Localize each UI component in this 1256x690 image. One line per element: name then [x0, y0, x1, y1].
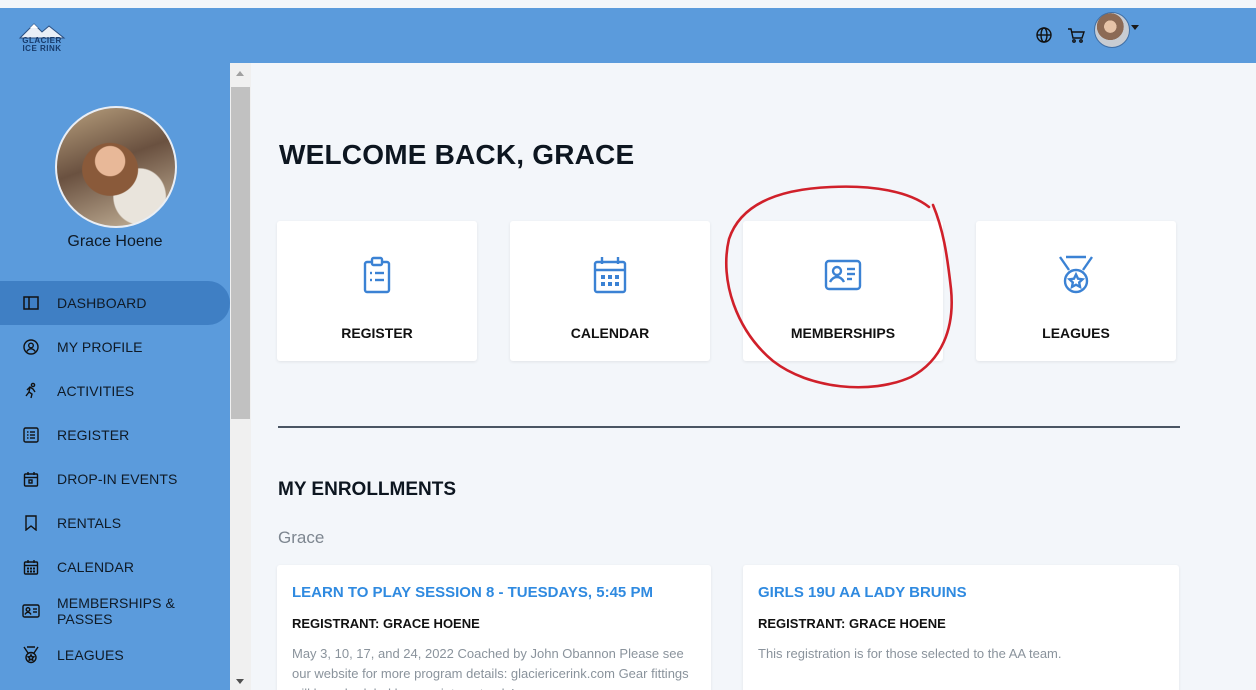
section-divider [278, 426, 1180, 428]
sidebar-item-leagues[interactable]: LEAGUES [0, 633, 230, 677]
medal-icon [22, 646, 40, 664]
sidebar-item-rentals[interactable]: RENTALS [0, 501, 230, 545]
sidebar-item-calendar[interactable]: CALENDAR [0, 545, 230, 589]
logo-text-bottom: ICE RINK [22, 44, 62, 53]
register-tile[interactable]: REGISTER [277, 221, 477, 361]
enrollment-registrant: REGISTRANT: GRACE HOENE [292, 616, 480, 631]
user-avatar-menu[interactable] [1094, 12, 1130, 48]
running-icon [22, 382, 40, 400]
enrollment-person-name: Grace [278, 528, 325, 547]
sidebar-item-drop-in-events[interactable]: DROP-IN EVENTS [0, 457, 230, 501]
sidebar-item-label: CALENDAR [57, 559, 135, 575]
tile-label: CALENDAR [570, 325, 650, 341]
sidebar-item-activities[interactable]: ACTIVITIES [0, 369, 230, 413]
scrollbar-thumb[interactable] [231, 87, 250, 419]
id-card-icon [824, 259, 862, 291]
globe-icon[interactable] [1031, 22, 1057, 48]
enrollment-title-link[interactable]: LEARN TO PLAY SESSION 8 - TUESDAYS, 5:45… [292, 584, 653, 601]
chevron-down-icon[interactable] [1131, 25, 1139, 30]
memberships-tile[interactable]: MEMBERSHIPS [743, 221, 943, 361]
top-header: GLACIER ICE RINK [0, 8, 1256, 63]
calendar-tile[interactable]: CALENDAR [510, 221, 710, 361]
sidebar-item-label: MEMBERSHIPS & PASSES [57, 595, 175, 627]
id-card-icon [22, 602, 40, 620]
profile-icon [22, 338, 40, 356]
enrollment-description: May 3, 10, 17, and 24, 2022 Coached by J… [292, 646, 689, 690]
leagues-tile[interactable]: LEAGUES [976, 221, 1176, 361]
logo[interactable]: GLACIER ICE RINK [16, 18, 68, 53]
calendar-icon [22, 558, 40, 576]
profile-photo [55, 106, 177, 228]
tile-label: MEMBERSHIPS [790, 325, 896, 341]
main-content: WELCOME BACK, GRACE REGISTER CALENDAR ME… [251, 63, 1256, 690]
sidebar-item-label: LEAGUES [57, 647, 124, 663]
sidebar-scrollbar[interactable] [230, 63, 251, 690]
sidebar: Grace Hoene DASHBOARD MY PROFILE ACTIVIT… [0, 63, 230, 690]
cart-icon[interactable] [1063, 22, 1089, 48]
enrollment-description: This registration is for those selected … [758, 646, 1062, 661]
tile-label: LEAGUES [1042, 325, 1110, 341]
page-title: WELCOME BACK, GRACE [279, 139, 635, 170]
sidebar-item-memberships-passes[interactable]: MEMBERSHIPS & PASSES [0, 589, 230, 633]
event-icon [22, 470, 40, 488]
enrollment-title-link[interactable]: GIRLS 19U AA LADY BRUINS [758, 584, 967, 601]
enrollments-title: MY ENROLLMENTS [278, 479, 457, 500]
clipboard-icon [363, 256, 391, 294]
bookmark-icon [22, 514, 40, 532]
sidebar-nav: DASHBOARD MY PROFILE ACTIVITIES REGISTER [0, 281, 230, 677]
scroll-down-arrow-icon[interactable] [236, 679, 244, 684]
profile-name: Grace Hoene [67, 233, 163, 250]
enrollment-card: LEARN TO PLAY SESSION 8 - TUESDAYS, 5:45… [277, 565, 711, 690]
scroll-up-arrow-icon[interactable] [236, 71, 244, 76]
sidebar-item-label: REGISTER [57, 427, 130, 443]
dashboard-icon [22, 294, 40, 312]
sidebar-item-label: DASHBOARD [57, 295, 147, 311]
logo-text: GLACIER ICE RINK [16, 37, 68, 53]
sidebar-item-label: MY PROFILE [57, 339, 143, 355]
app-window: GLACIER ICE RINK Grace Hoene DASHBOARD M… [0, 0, 1256, 690]
sidebar-item-label: RENTALS [57, 515, 122, 531]
enrollment-card: GIRLS 19U AA LADY BRUINS REGISTRANT: GRA… [743, 565, 1179, 690]
enrollment-registrant: REGISTRANT: GRACE HOENE [758, 616, 946, 631]
sidebar-item-label: DROP-IN EVENTS [57, 471, 178, 487]
list-icon [22, 426, 40, 444]
tile-label: REGISTER [341, 325, 413, 341]
sidebar-item-my-profile[interactable]: MY PROFILE [0, 325, 230, 369]
sidebar-item-dashboard[interactable]: DASHBOARD [0, 281, 230, 325]
medal-icon [1059, 255, 1093, 294]
sidebar-item-register[interactable]: REGISTER [0, 413, 230, 457]
calendar-icon [593, 257, 627, 294]
sidebar-item-label: ACTIVITIES [57, 383, 135, 399]
